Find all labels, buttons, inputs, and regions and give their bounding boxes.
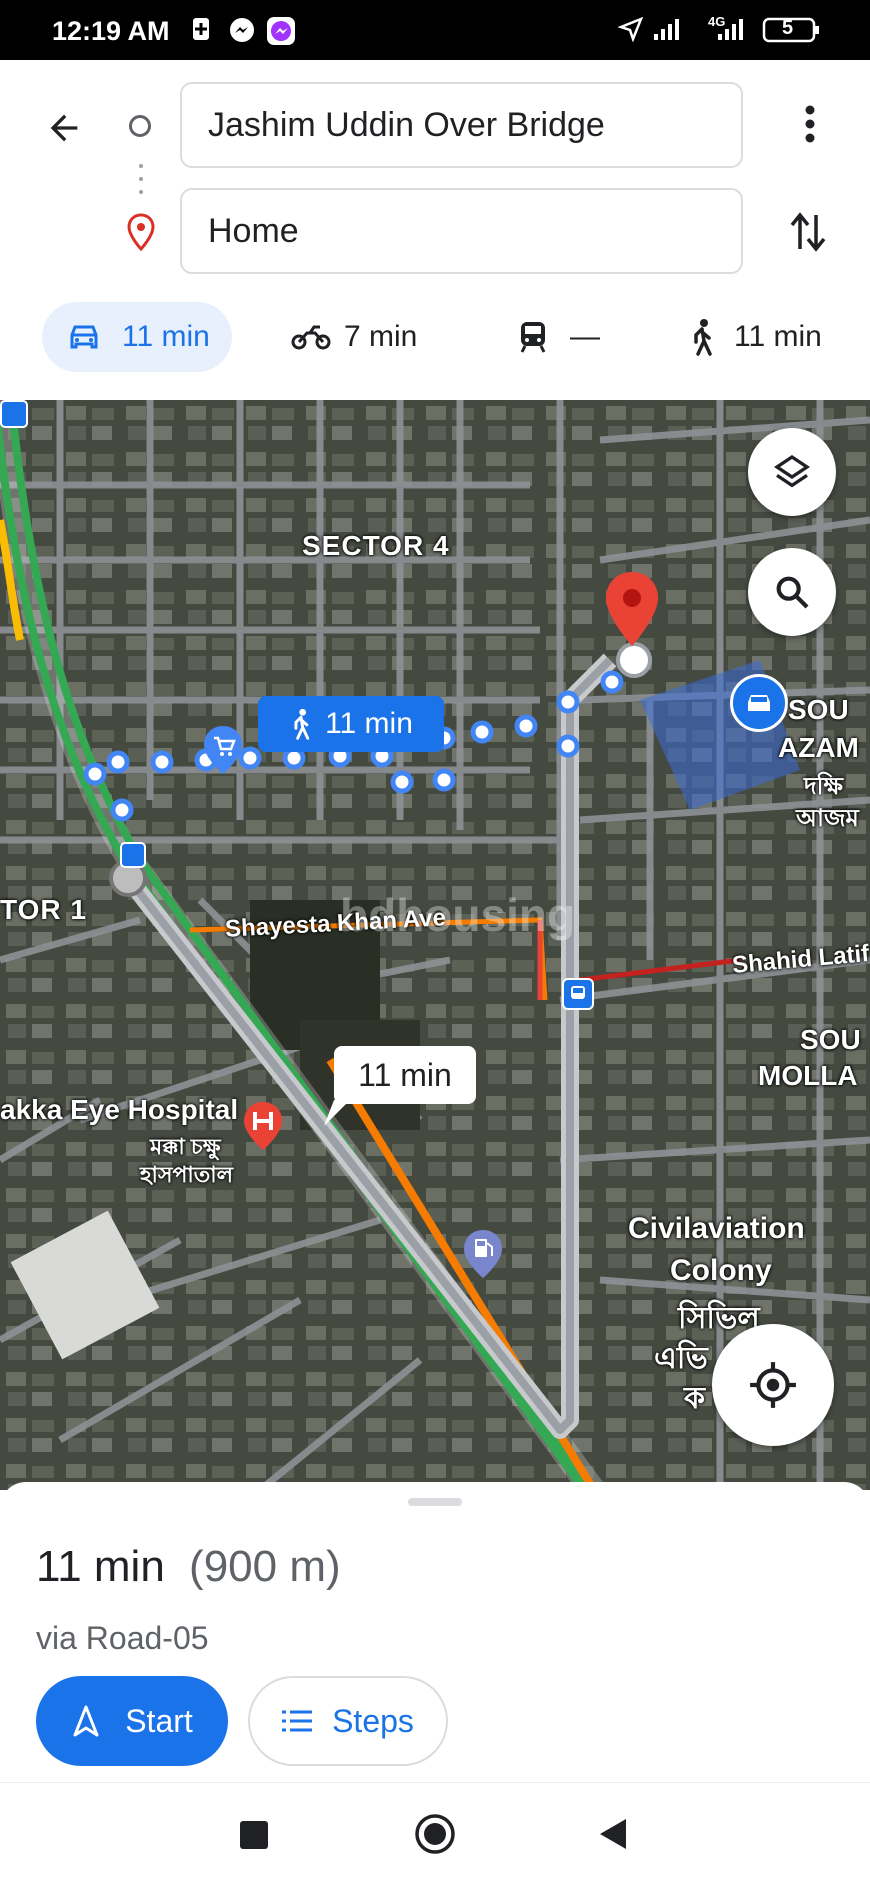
status-time: 12:19 AM (52, 16, 170, 46)
origin-input[interactable] (182, 84, 741, 166)
watermark-label: bdhousing (340, 889, 576, 941)
tab-walk[interactable]: 11 min (688, 302, 822, 372)
messenger-icon (228, 16, 256, 49)
route-distance: (900 m) (189, 1542, 341, 1591)
signal-icon (652, 16, 688, 47)
map-label-sector1: TOR 1 (0, 894, 87, 925)
origin-field[interactable] (180, 82, 743, 168)
list-icon (282, 1710, 313, 1732)
walk-route-callout[interactable]: 11 min (258, 696, 444, 752)
route-duration-row: 11 min (900 m) (36, 1542, 341, 1592)
start-label: Start (125, 1702, 193, 1739)
tab-drive[interactable]: 11 min (42, 302, 232, 372)
walk-icon (694, 319, 712, 356)
map-label-civil1: Civilaviation (628, 1212, 805, 1245)
map-label-sou2: SOU (800, 1024, 861, 1055)
status-bar: 12:19 AM 4G 5 (0, 0, 870, 60)
tab-motorcycle-label: 7 min (344, 320, 418, 353)
steps-label: Steps (332, 1702, 414, 1739)
my-location-icon (750, 1362, 796, 1408)
search-along-route-button[interactable] (748, 548, 836, 636)
back-nav-button[interactable] (598, 1817, 628, 1851)
system-nav-bar (0, 1782, 870, 1886)
route-dots (139, 164, 143, 208)
destination-field[interactable] (180, 188, 743, 274)
origin-dot-icon (129, 115, 151, 137)
tab-walk-label: 11 min (734, 320, 822, 353)
destination-marker-icon[interactable] (600, 568, 664, 657)
hospital-marker-icon (242, 1100, 284, 1159)
tab-drive-label: 11 min (122, 320, 210, 353)
messenger-color-icon (266, 16, 296, 51)
drag-handle[interactable] (408, 1498, 462, 1506)
battery-saver-icon (190, 16, 212, 47)
arrow-back-icon (50, 114, 78, 142)
map-label-azam: AZAM (778, 732, 859, 763)
search-icon (776, 576, 809, 609)
drive-callout-pointer (324, 1100, 350, 1126)
drive-route-callout[interactable]: 11 min (334, 1046, 476, 1104)
layers-icon (773, 454, 811, 488)
map-label-sector4: SECTOR 4 (302, 530, 450, 561)
start-button[interactable]: Start (36, 1676, 228, 1766)
home-button[interactable] (414, 1813, 456, 1855)
location-arrow-icon (617, 16, 644, 47)
route-duration: 11 min (36, 1542, 165, 1591)
navigation-arrow-icon (73, 1705, 99, 1737)
battery-level: 5 (782, 17, 794, 39)
destination-pin-icon (126, 213, 156, 256)
tab-transit-label: — (570, 320, 600, 353)
bus-stop-icon-2 (120, 842, 146, 868)
route-summary-sheet[interactable]: 11 min (900 m) via Road-05 Start Steps (0, 1482, 870, 1782)
bus-stop-icon (562, 978, 594, 1010)
car-icon (70, 325, 98, 349)
parking-area-car-icon (730, 674, 788, 732)
steps-button[interactable]: Steps (248, 1676, 448, 1766)
drive-callout-label: 11 min (358, 1056, 452, 1093)
motorcycle-icon (291, 325, 331, 350)
signal-icon-2 (700, 16, 752, 47)
map-label-azam-bn: আজম (796, 805, 859, 832)
tab-transit[interactable]: — (518, 302, 600, 372)
train-icon (520, 322, 546, 353)
more-vert-icon (805, 105, 815, 143)
map-label-sou1: SOU (788, 694, 849, 725)
map-label-molla: MOLLA (758, 1060, 858, 1091)
map-label-civil5: ক (684, 1382, 705, 1415)
layers-button[interactable] (748, 428, 836, 516)
map-label-civil2: Colony (670, 1254, 772, 1287)
bus-stop-icon-3 (0, 400, 28, 428)
map-label-hospital-en: akka Eye Hospital (0, 1094, 239, 1125)
swap-vert-icon (790, 212, 826, 252)
swap-button[interactable] (784, 204, 832, 260)
my-location-button[interactable] (712, 1324, 834, 1446)
travel-mode-tabs: 11 min 7 min — 11 min (0, 300, 870, 400)
shopping-cart-marker-icon (202, 724, 244, 781)
back-button[interactable] (36, 100, 92, 156)
walk-icon (294, 708, 310, 740)
gas-station-marker-icon (462, 1228, 504, 1287)
back-triangle-icon (600, 1819, 626, 1849)
more-options-button[interactable] (790, 96, 830, 152)
route-via: via Road-05 (36, 1620, 209, 1656)
map-label-hospital-bn2: হাসপাতাল (140, 1162, 234, 1187)
recents-button[interactable] (240, 1821, 268, 1849)
tab-motorcycle[interactable]: 7 min (290, 302, 417, 372)
home-circle-icon (415, 1814, 455, 1854)
walk-callout-label: 11 min (325, 707, 413, 740)
destination-input[interactable] (182, 190, 741, 272)
map-view[interactable]: SECTOR 4 TOR 1 Shayesta Khan Ave Shahid … (0, 400, 870, 1490)
